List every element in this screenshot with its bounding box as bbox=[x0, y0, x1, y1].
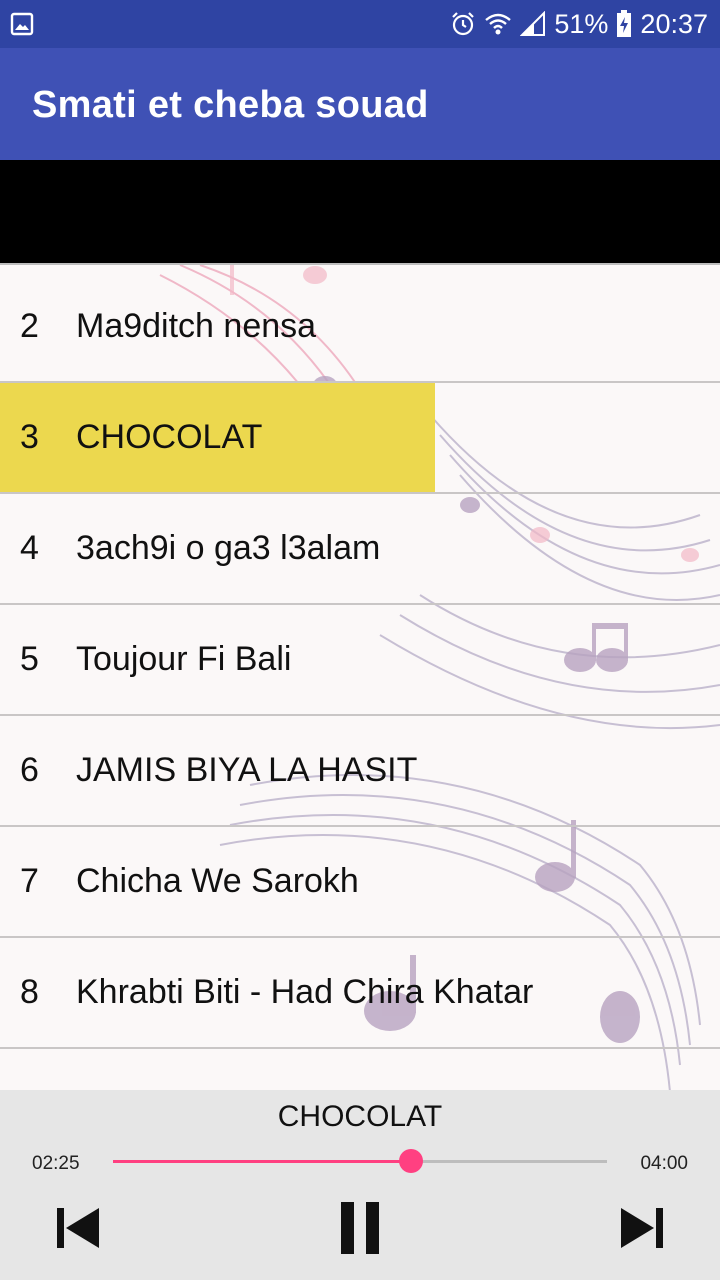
seek-bar[interactable] bbox=[113, 1149, 607, 1173]
pause-button[interactable] bbox=[330, 1200, 390, 1256]
ad-banner[interactable] bbox=[0, 160, 720, 263]
track-number: 2 bbox=[20, 307, 39, 345]
next-button[interactable] bbox=[612, 1200, 672, 1256]
track-title: Khrabti Biti - Had Chira Khatar bbox=[76, 973, 534, 1011]
player-bar: CHOCOLAT 02:25 04:00 bbox=[0, 1090, 720, 1280]
skip-previous-icon bbox=[57, 1208, 99, 1248]
signal-icon bbox=[520, 11, 546, 36]
track-number: 7 bbox=[20, 862, 39, 900]
total-time: 04:00 bbox=[640, 1153, 688, 1174]
seek-bar-progress bbox=[113, 1160, 412, 1163]
track-title: Ma9ditch nensa bbox=[76, 307, 317, 345]
gallery-icon bbox=[10, 12, 34, 36]
seek-bar-thumb[interactable] bbox=[399, 1149, 424, 1173]
track-list: 2 Ma9ditch nensa 3 CHOCOLAT 4 3ach9i o g… bbox=[0, 272, 720, 1049]
track-number: 3 bbox=[20, 418, 39, 456]
track-list-area[interactable]: 2 Ma9ditch nensa 3 CHOCOLAT 4 3ach9i o g… bbox=[0, 263, 720, 1090]
list-item[interactable]: 7 Chicha We Sarokh bbox=[0, 827, 720, 938]
track-number: 8 bbox=[20, 973, 39, 1011]
track-title: Toujour Fi Bali bbox=[76, 640, 292, 678]
track-title: 3ach9i o ga3 l3alam bbox=[76, 529, 381, 567]
list-item[interactable]: 8 Khrabti Biti - Had Chira Khatar bbox=[0, 938, 720, 1049]
clock: 20:37 bbox=[640, 8, 708, 39]
track-number: 6 bbox=[20, 751, 39, 789]
previous-button[interactable] bbox=[48, 1200, 108, 1256]
list-item[interactable]: 2 Ma9ditch nensa bbox=[0, 272, 720, 383]
wifi-icon bbox=[485, 13, 512, 35]
pause-icon bbox=[341, 1202, 379, 1254]
alarm-icon bbox=[452, 12, 475, 36]
list-item[interactable]: 5 Toujour Fi Bali bbox=[0, 605, 720, 716]
app-bar: Smati et cheba souad bbox=[0, 48, 720, 160]
track-title: Chicha We Sarokh bbox=[76, 862, 359, 900]
battery-icon bbox=[617, 10, 632, 37]
list-item-selected[interactable]: 3 CHOCOLAT bbox=[0, 383, 720, 494]
list-item[interactable]: 4 3ach9i o ga3 l3alam bbox=[0, 494, 720, 605]
elapsed-time: 02:25 bbox=[32, 1153, 80, 1174]
now-playing-title: CHOCOLAT bbox=[277, 1100, 443, 1133]
track-title: JAMIS BIYA LA HASIT bbox=[76, 751, 418, 789]
app-title: Smati et cheba souad bbox=[32, 84, 429, 126]
battery-percent: 51% bbox=[554, 8, 609, 39]
skip-next-icon bbox=[621, 1208, 663, 1248]
list-item[interactable]: 6 JAMIS BIYA LA HASIT bbox=[0, 716, 720, 827]
status-bar: 51% 20:37 bbox=[0, 0, 720, 48]
track-title: CHOCOLAT bbox=[76, 418, 263, 456]
track-number: 5 bbox=[20, 640, 39, 678]
track-number: 4 bbox=[20, 529, 39, 567]
